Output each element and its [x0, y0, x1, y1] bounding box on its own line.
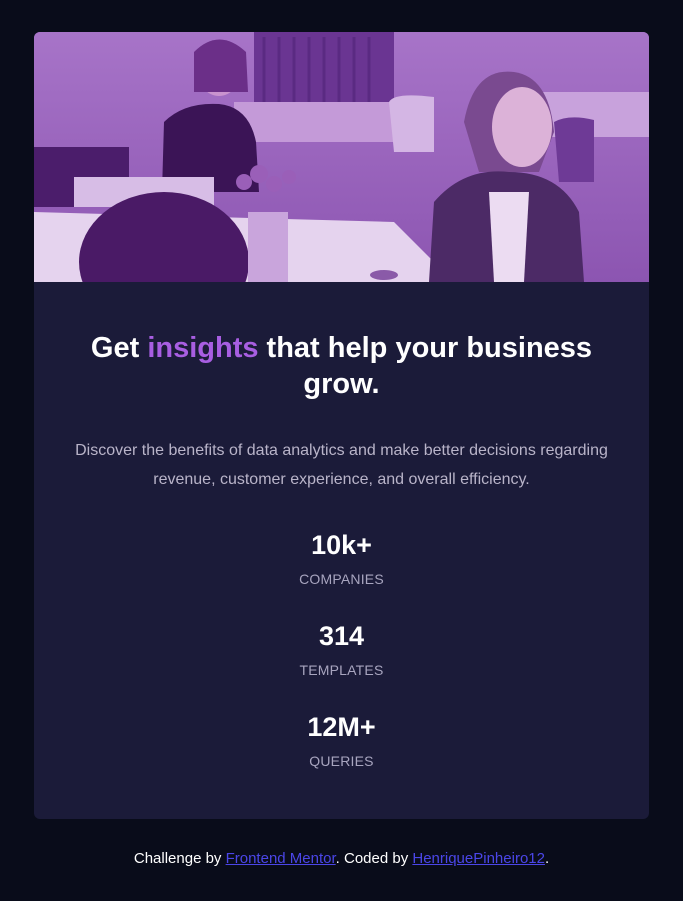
attribution-footer: Challenge by Frontend Mentor. Coded by H… — [0, 849, 683, 869]
page-title: Get insights that help your business gro… — [64, 330, 619, 402]
headline-after: that help your business grow. — [258, 332, 593, 400]
stat-label: TEMPLATES — [299, 662, 384, 678]
headline-before: Get — [90, 332, 148, 364]
hero-image — [34, 32, 649, 282]
stat-value: 10k+ — [311, 530, 372, 560]
office-photo-illustration — [34, 32, 649, 282]
stat-templates: 314 TEMPLATES — [34, 620, 649, 711]
headline-accent: insights — [147, 332, 259, 364]
stat-queries: 12M+ QUERIES — [34, 711, 649, 802]
stats-list: 10k+ COMPANIES 314 TEMPLATES 12M+ QUERIE… — [34, 529, 649, 802]
footer-prefix: Challenge by — [133, 850, 226, 867]
stat-label: QUERIES — [309, 753, 374, 769]
stat-value: 12M+ — [307, 712, 376, 742]
footer-suffix: . — [544, 850, 550, 867]
stat-companies: 10k+ COMPANIES — [34, 529, 649, 620]
stat-label: COMPANIES — [299, 571, 384, 587]
main-card: Get insights that help your business gro… — [34, 32, 649, 819]
footer-middle: . Coded by — [335, 850, 413, 867]
card-content: Get insights that help your business gro… — [34, 330, 649, 802]
frontend-mentor-link[interactable]: Frontend Mentor — [226, 850, 336, 867]
author-link[interactable]: HenriquePinheiro12 — [412, 850, 545, 867]
description: Discover the benefits of data analytics … — [75, 442, 608, 488]
stat-value: 314 — [318, 621, 365, 651]
